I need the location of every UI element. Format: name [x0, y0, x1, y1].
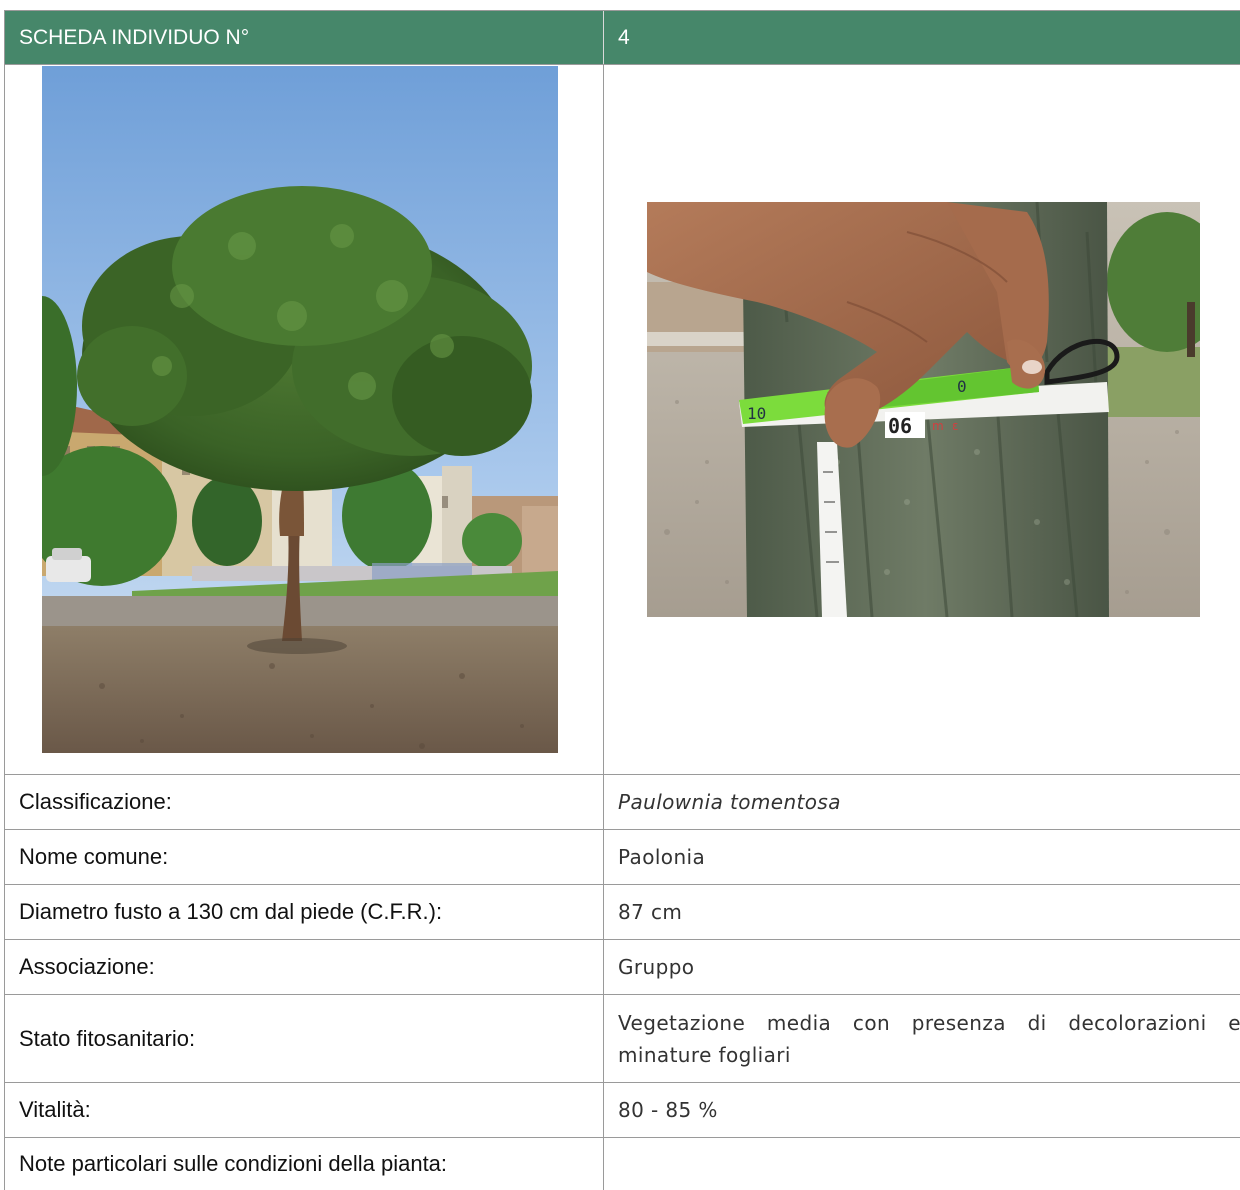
row-label: Stato fitosanitario:	[19, 1025, 196, 1051]
row-note: Note particolari sulle condizioni della …	[5, 1138, 1240, 1190]
tape-marking-06: 06	[888, 414, 912, 438]
row-associazione: Associazione: Gruppo	[5, 940, 1240, 995]
row-label: Vitalità:	[19, 1097, 91, 1122]
header-label: SCHEDA INDIVIDUO N°	[5, 11, 604, 64]
row-value: Vegetazione media con presenza di decolo…	[618, 1010, 1240, 1067]
tape-marking-0: 0	[957, 377, 967, 396]
row-stato-fitosanitario: Stato fitosanitario: Vegetazione media c…	[5, 995, 1240, 1083]
row-vitalita: Vitalità: 80 - 85 %	[5, 1083, 1240, 1138]
individual-number: 4	[618, 25, 630, 49]
row-classificazione: Classificazione: Paulownia tomentosa	[5, 775, 1240, 830]
row-value: 87 cm	[618, 900, 683, 924]
tape-marking-epsilon: ε	[952, 419, 959, 433]
tape-marking-m: m	[932, 419, 944, 433]
row-nome-comune: Nome comune: Paolonia	[5, 830, 1240, 885]
tape-marking-10: 10	[747, 404, 766, 423]
row-diametro: Diametro fusto a 130 cm dal piede (C.F.R…	[5, 885, 1240, 940]
row-label: Note particolari sulle condizioni della …	[19, 1151, 448, 1176]
row-label: Classificazione:	[19, 789, 172, 814]
row-value: Gruppo	[618, 955, 695, 979]
row-value: 80 - 85 %	[618, 1098, 718, 1122]
row-label: Nome comune:	[19, 844, 169, 869]
row-label: Diametro fusto a 130 cm dal piede (C.F.R…	[19, 899, 443, 924]
header-row: SCHEDA INDIVIDUO N° 4	[5, 11, 1240, 65]
row-label: Associazione:	[19, 954, 155, 979]
row-value: Paolonia	[618, 845, 706, 869]
measuring-tape-photo-icon: 10 0 06 m ε	[647, 202, 1200, 617]
row-value: Paulownia tomentosa	[618, 790, 841, 814]
tree-photo-icon	[42, 66, 558, 753]
